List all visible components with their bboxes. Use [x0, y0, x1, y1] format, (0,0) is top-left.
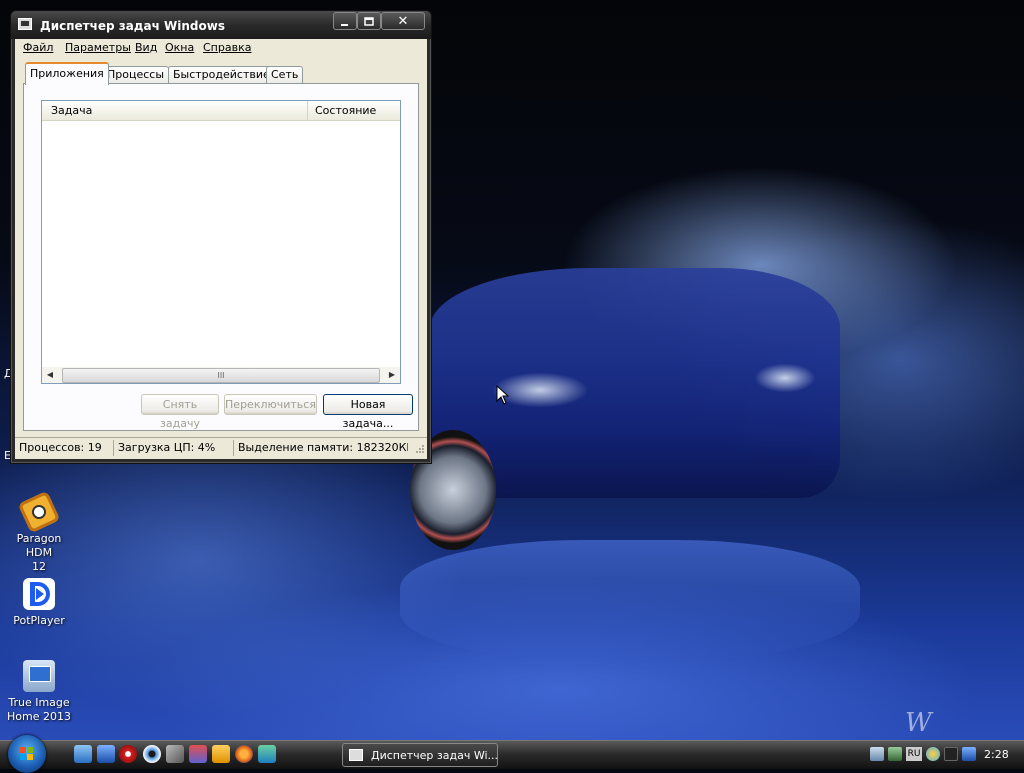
- taskbar-task-manager-button[interactable]: Диспетчер задач Wi...: [342, 743, 498, 767]
- save-disk-icon[interactable]: [189, 745, 207, 763]
- taskbar-button-label: Диспетчер задач Wi...: [371, 749, 499, 762]
- applications-panel: Задача Состояние ◀ III ▶ Снять задачу Пе…: [23, 83, 419, 431]
- network-connections-icon[interactable]: [258, 745, 276, 763]
- task-manager-window: Диспетчер задач Windows ✕ Файл Параметры…: [10, 10, 432, 464]
- column-header-task[interactable]: Задача: [42, 101, 308, 120]
- desktop-icon-label: 12: [32, 560, 46, 573]
- taskbar: Диспетчер задач Wi... RU 2:28: [0, 735, 1024, 773]
- tab-performance[interactable]: Быстродействие: [168, 66, 275, 83]
- desktop-icon-label: Home 2013: [7, 710, 71, 723]
- maximize-icon: [364, 17, 374, 26]
- menu-help[interactable]: Справка: [203, 41, 251, 54]
- task-manager-icon: [18, 18, 32, 30]
- desktop-icon-label: True Image: [8, 696, 70, 709]
- menu-view[interactable]: Вид: [135, 41, 157, 54]
- internet-explorer-icon[interactable]: [97, 745, 115, 763]
- scrollbar-thumb[interactable]: III: [62, 368, 380, 383]
- status-separator: [113, 440, 114, 456]
- desktop-icon-label: PotPlayer: [13, 614, 65, 627]
- windows-logo-icon: [20, 747, 34, 760]
- close-button[interactable]: ✕: [381, 12, 425, 30]
- horizontal-scrollbar[interactable]: ◀ III ▶: [42, 367, 400, 383]
- end-task-button[interactable]: Снять задачу: [141, 394, 219, 430]
- window-titlebar[interactable]: Диспетчер задач Windows ✕: [11, 11, 431, 39]
- desktop-icon-potplayer[interactable]: PotPlayer: [2, 578, 76, 628]
- status-processes: Процессов: 19: [19, 441, 102, 454]
- desktop-icon-true-image[interactable]: True Image Home 2013: [2, 660, 76, 724]
- status-separator: [233, 440, 234, 456]
- display-tray-icon[interactable]: [944, 747, 958, 761]
- browser-tray-icon[interactable]: [962, 747, 976, 761]
- new-task-button[interactable]: Новая задача...: [323, 394, 413, 430]
- desktop-icon-paragon-hdm[interactable]: Paragon HDM 12: [2, 490, 76, 574]
- desktop-icon-label: Paragon HDM: [16, 532, 62, 559]
- status-cpu: Загрузка ЦП: 4%: [118, 441, 216, 454]
- menu-file[interactable]: Файл: [23, 41, 53, 54]
- clock[interactable]: 2:28: [984, 748, 1009, 761]
- scroll-left-icon[interactable]: ◀: [42, 367, 58, 383]
- column-header-status[interactable]: Состояние: [307, 101, 376, 120]
- status-memory: Выделение памяти: 182320КБ / 6: [238, 441, 408, 454]
- network-tool-icon[interactable]: [166, 745, 184, 763]
- wallpaper-watermark: W: [905, 708, 932, 738]
- tab-processes[interactable]: Процессы: [102, 66, 170, 83]
- media-player-icon[interactable]: [143, 745, 161, 763]
- menu-bar: Файл Параметры Вид Окна Справка: [15, 39, 427, 57]
- language-indicator[interactable]: RU: [906, 747, 922, 761]
- system-tray: RU 2:28: [862, 741, 1024, 769]
- resize-grip-icon[interactable]: [413, 444, 425, 456]
- maximize-button[interactable]: [357, 12, 381, 30]
- tab-network[interactable]: Сеть: [266, 66, 304, 83]
- opera-icon[interactable]: [119, 745, 137, 763]
- mouse-cursor-icon: [496, 385, 510, 405]
- task-list-header: Задача Состояние: [42, 101, 400, 121]
- window-title: Диспетчер задач Windows: [40, 19, 225, 33]
- show-desktop-icon[interactable]: [74, 745, 92, 763]
- tray-app-icon[interactable]: [926, 747, 940, 761]
- wallpaper-reflection: [400, 540, 860, 660]
- close-icon: ✕: [397, 14, 409, 29]
- start-button[interactable]: [8, 735, 46, 773]
- menu-windows[interactable]: Окна: [165, 41, 194, 54]
- menu-options[interactable]: Параметры: [65, 41, 131, 54]
- true-image-icon: [23, 660, 55, 692]
- status-bar: Процессов: 19 Загрузка ЦП: 4% Выделение …: [15, 437, 427, 458]
- switch-to-button[interactable]: Переключиться: [224, 394, 317, 415]
- minimize-button[interactable]: [333, 12, 357, 30]
- potplayer-icon: [23, 578, 55, 610]
- safely-remove-tray-icon[interactable]: [888, 747, 902, 761]
- folder-icon[interactable]: [212, 745, 230, 763]
- scroll-right-icon[interactable]: ▶: [384, 367, 400, 383]
- task-manager-icon: [349, 749, 363, 761]
- task-list[interactable]: Задача Состояние ◀ III ▶: [41, 100, 401, 384]
- network-tray-icon[interactable]: [870, 747, 884, 761]
- paragon-hdm-icon: [17, 490, 61, 534]
- window-body: Файл Параметры Вид Окна Справка Приложен…: [15, 39, 427, 459]
- firefox-icon[interactable]: [235, 745, 253, 763]
- tab-applications[interactable]: Приложения: [25, 62, 109, 85]
- minimize-icon: [341, 24, 348, 26]
